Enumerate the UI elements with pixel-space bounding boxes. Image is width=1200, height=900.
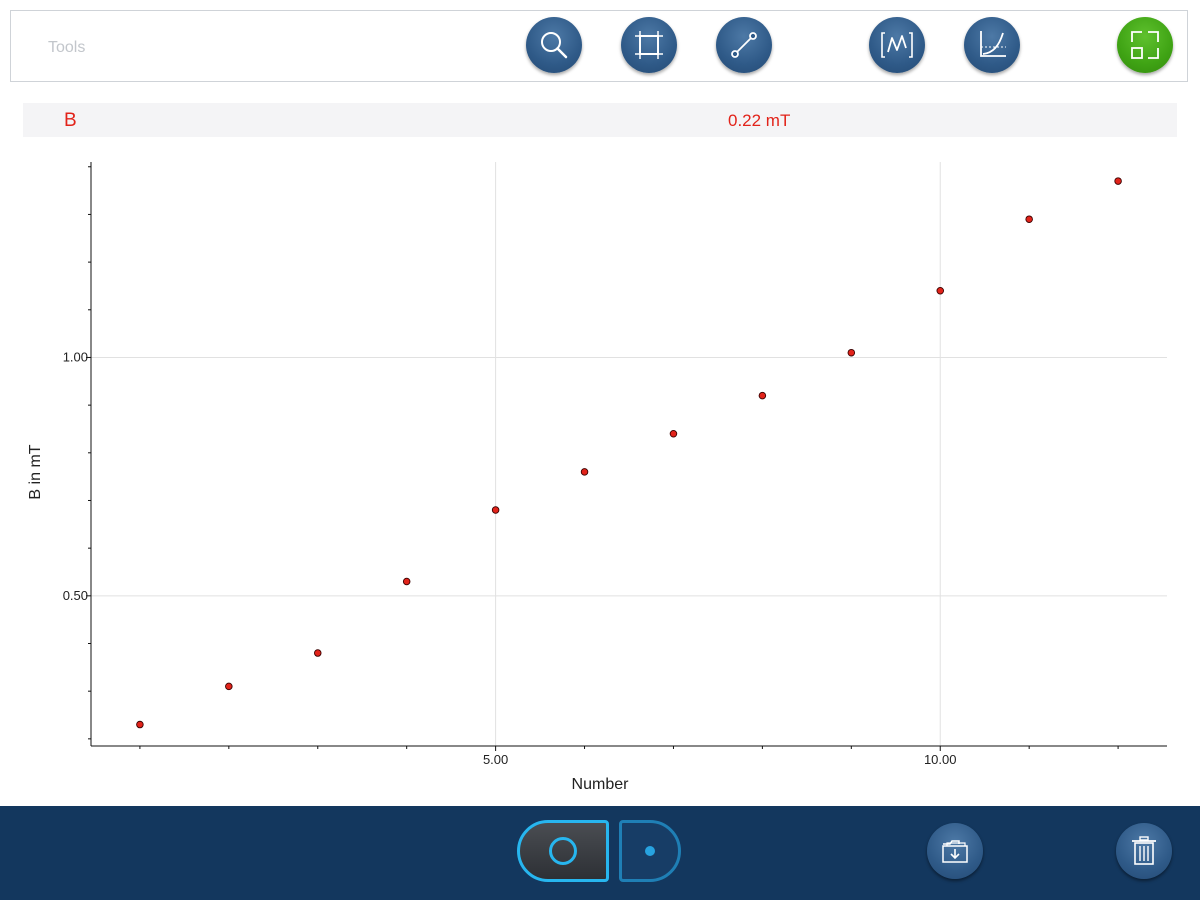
data-point	[225, 682, 233, 691]
data-point	[136, 720, 144, 729]
measurement-bar: B 0.22 mT	[23, 103, 1177, 137]
zoom-button[interactable]	[526, 17, 582, 73]
folder-export-icon	[942, 840, 968, 863]
data-point	[936, 286, 944, 295]
axes-graph-icon	[980, 31, 1006, 57]
scatter-chart[interactable]: 5.00 10.00 0.50 1.00 Number B in mT	[0, 140, 1200, 805]
data-point	[491, 506, 500, 514]
toolbar-title: Tools	[48, 39, 86, 56]
layout-button[interactable]	[1117, 17, 1173, 73]
y-tick-label: 0.50	[63, 588, 88, 603]
trash-icon	[1132, 836, 1156, 865]
bottom-bar	[0, 806, 1200, 900]
ring-mode-icon	[549, 837, 577, 865]
data-point	[669, 429, 678, 438]
curve-fit-icon	[881, 32, 913, 58]
delete-button[interactable]	[1116, 823, 1172, 879]
measurement-value: 0.22 mT	[728, 111, 791, 130]
mode-toggle[interactable]	[517, 820, 681, 882]
axes-graph-button[interactable]	[964, 17, 1020, 73]
measurement-name: B	[64, 110, 77, 131]
magnifier-icon	[541, 32, 568, 59]
line-tool-icon	[731, 32, 757, 58]
data-point	[1114, 177, 1122, 185]
y-tick-label: 1.00	[63, 349, 88, 364]
ring-mode-button[interactable]	[517, 820, 609, 882]
dot-mode-icon	[645, 846, 655, 856]
data-point	[314, 649, 322, 657]
crop-icon	[635, 31, 663, 59]
export-button[interactable]	[927, 823, 983, 879]
curve-fit-button[interactable]	[869, 17, 925, 73]
toolbar: Tools	[10, 10, 1188, 82]
x-tick-label: 5.00	[483, 752, 508, 767]
layout-icon	[1131, 31, 1159, 59]
data-point	[1025, 215, 1033, 223]
data-point	[758, 391, 767, 400]
data-point	[580, 468, 589, 476]
crop-button[interactable]	[621, 17, 677, 73]
data-point	[847, 348, 856, 357]
x-tick-label: 10.00	[924, 752, 957, 767]
dot-mode-button[interactable]	[619, 820, 681, 882]
line-tool-button[interactable]	[716, 17, 772, 73]
x-axis-label: Number	[572, 776, 630, 793]
data-point	[402, 577, 411, 586]
chart-area[interactable]: 5.00 10.00 0.50 1.00 Number B in mT	[0, 140, 1200, 805]
y-axis-label: B in mT	[27, 444, 44, 499]
